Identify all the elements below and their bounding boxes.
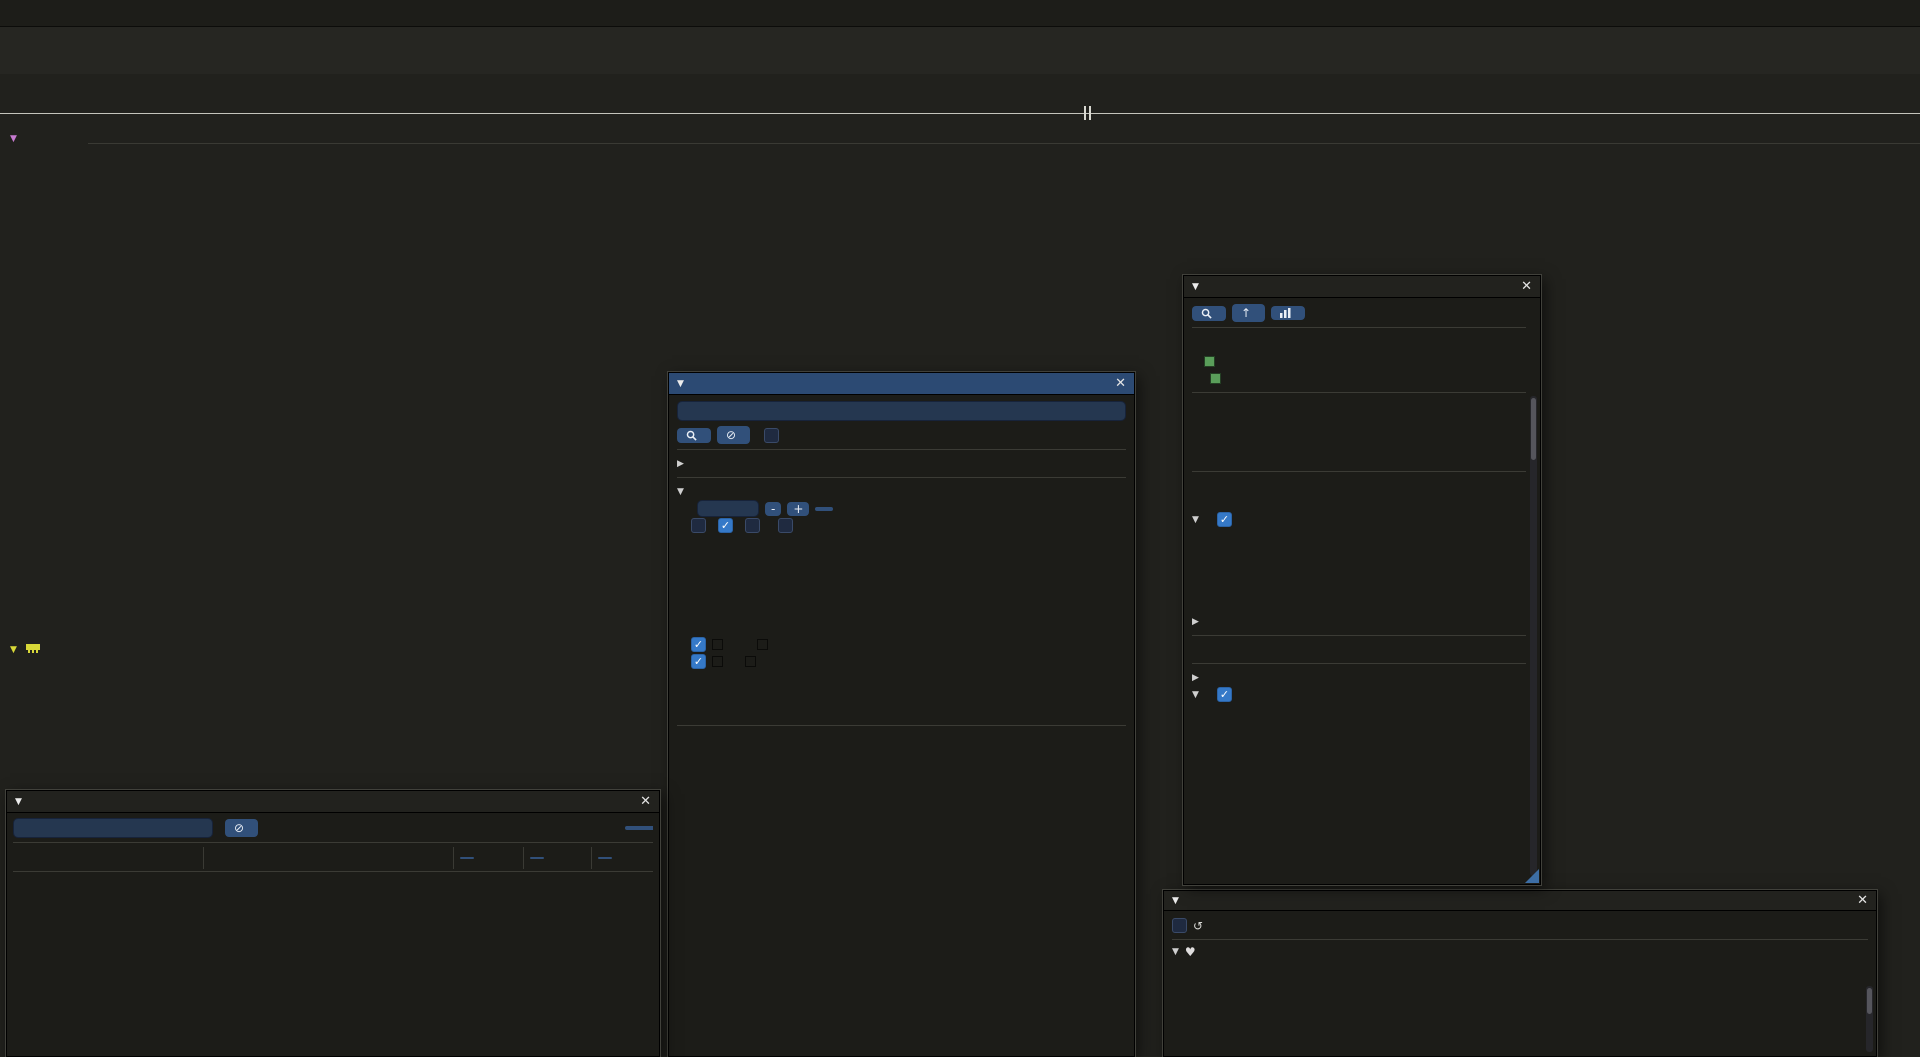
histogram-section[interactable]: ▼ xyxy=(677,483,1126,500)
matched-source-locations[interactable]: ▶ xyxy=(677,455,1126,472)
col-mtpc-button[interactable] xyxy=(598,857,612,859)
group-median-swatch xyxy=(745,656,756,667)
zoom-icon xyxy=(1201,308,1212,319)
group-by-options xyxy=(677,748,1126,765)
timing-button[interactable] xyxy=(625,826,653,830)
avg-median-checkbox[interactable]: ✓ xyxy=(691,637,706,652)
clear-button[interactable]: ⊘ xyxy=(717,426,750,444)
average-time-swatch xyxy=(712,639,723,650)
find-button[interactable] xyxy=(677,428,711,443)
frame-line xyxy=(0,113,1920,114)
cpu-core-rows[interactable] xyxy=(0,177,1920,271)
frame-time-meter[interactable] xyxy=(0,27,1920,74)
group-average-swatch xyxy=(712,656,723,667)
relative-time-checkbox[interactable]: ✓ xyxy=(1217,512,1232,527)
clear-icon: ⊘ xyxy=(726,428,736,442)
close-icon[interactable]: ✕ xyxy=(1115,376,1126,391)
divider xyxy=(88,143,1920,144)
find-zone-titlebar[interactable]: ▼ ✕ xyxy=(669,373,1134,395)
statistics-window: ▼ ✕ ⊘ xyxy=(6,790,660,1057)
col-total-time-button[interactable] xyxy=(460,857,474,859)
frame-ranges[interactable] xyxy=(0,103,1920,124)
scrollbar[interactable] xyxy=(1866,986,1873,1052)
close-icon[interactable]: ✕ xyxy=(1857,893,1868,908)
search-input[interactable] xyxy=(677,401,1126,421)
history-icon: ↺ xyxy=(1193,919,1203,933)
source-color-swatch xyxy=(1204,356,1215,367)
memory-usage-header[interactable]: ▼ xyxy=(10,640,52,655)
log-time-checkbox[interactable]: ✓ xyxy=(718,518,733,533)
filter-input[interactable] xyxy=(13,818,213,838)
log-values-checkbox[interactable] xyxy=(691,518,706,533)
group-avg-median-checkbox[interactable]: ✓ xyxy=(691,654,706,669)
resize-handle[interactable] xyxy=(1525,869,1539,883)
collapse-icon[interactable]: ▼ xyxy=(1192,515,1199,525)
median-time-swatch xyxy=(757,639,768,650)
cpu-data-header[interactable]: ▼ xyxy=(10,129,22,144)
sort-by-options xyxy=(677,765,1126,782)
memory-window: ▼ ✕ ↺ ▼ ♥ xyxy=(1163,890,1877,1057)
zone-info-titlebar[interactable]: ▼ ✕ xyxy=(1184,276,1540,298)
timeline-ruler[interactable] xyxy=(0,74,1920,103)
col-location[interactable] xyxy=(203,847,453,869)
self-time-checkbox[interactable] xyxy=(778,518,793,533)
collapse-icon[interactable]: ▼ xyxy=(1172,896,1179,906)
increment-button[interactable]: + xyxy=(787,502,809,516)
find-zone-window: ▼ ✕ ⊘ ▶ ▼ - + ✓ xyxy=(668,372,1135,1057)
cpu-usage-graph[interactable] xyxy=(0,148,1920,176)
clear-icon: ⊘ xyxy=(234,821,244,835)
scrollbar[interactable] xyxy=(1530,396,1537,876)
cumulate-time-checkbox[interactable] xyxy=(745,518,760,533)
collapse-icon[interactable]: ▼ xyxy=(1192,282,1199,292)
collapse-icon: ▼ xyxy=(10,645,17,655)
group-children-checkbox[interactable]: ✓ xyxy=(1217,687,1232,702)
expand-icon[interactable]: ▶ xyxy=(677,459,684,469)
go-to-parent-button[interactable]: ↑ xyxy=(1232,304,1265,322)
main-toolbar xyxy=(0,0,1920,27)
restrict-time-checkbox[interactable] xyxy=(1172,918,1187,933)
up-arrow-icon: ↑ xyxy=(1241,306,1251,320)
min-values-input[interactable] xyxy=(697,500,759,517)
thread-color-swatch xyxy=(1210,373,1221,384)
ignore-case-checkbox[interactable] xyxy=(764,428,779,443)
frame-separator xyxy=(1089,106,1091,120)
zoom-to-zone-button[interactable] xyxy=(1192,306,1226,321)
close-icon[interactable]: ✕ xyxy=(640,794,651,809)
expand-icon[interactable]: ▶ xyxy=(1192,617,1199,627)
collapse-icon[interactable]: ▼ xyxy=(15,797,22,807)
collapse-icon[interactable]: ▼ xyxy=(1172,947,1179,957)
heartbeat-icon: ♥ xyxy=(1185,945,1196,959)
close-icon[interactable]: ✕ xyxy=(1521,279,1532,294)
statistics-button[interactable] xyxy=(1271,306,1305,320)
zone-info-window: ▼ ✕ ↑ ▼ ✓ ▶ xyxy=(1183,275,1541,885)
expand-icon[interactable]: ▶ xyxy=(1192,673,1199,683)
collapse-icon: ▼ xyxy=(10,134,17,144)
memory-titlebar[interactable]: ▼ ✕ xyxy=(1164,891,1876,911)
bar-chart-icon xyxy=(1280,308,1291,318)
col-counts-button[interactable] xyxy=(530,857,544,859)
ram-icon xyxy=(26,643,40,653)
collapse-icon[interactable]: ▼ xyxy=(677,487,684,497)
statistics-titlebar[interactable]: ▼ ✕ xyxy=(7,791,659,813)
reset-button[interactable] xyxy=(815,507,833,511)
frame-separator xyxy=(1084,106,1086,120)
decrement-button[interactable]: - xyxy=(765,502,781,516)
search-icon xyxy=(686,430,697,441)
collapse-icon[interactable]: ▼ xyxy=(1192,690,1199,700)
clear-filter-button[interactable]: ⊘ xyxy=(225,819,258,837)
collapse-icon[interactable]: ▼ xyxy=(677,379,684,389)
